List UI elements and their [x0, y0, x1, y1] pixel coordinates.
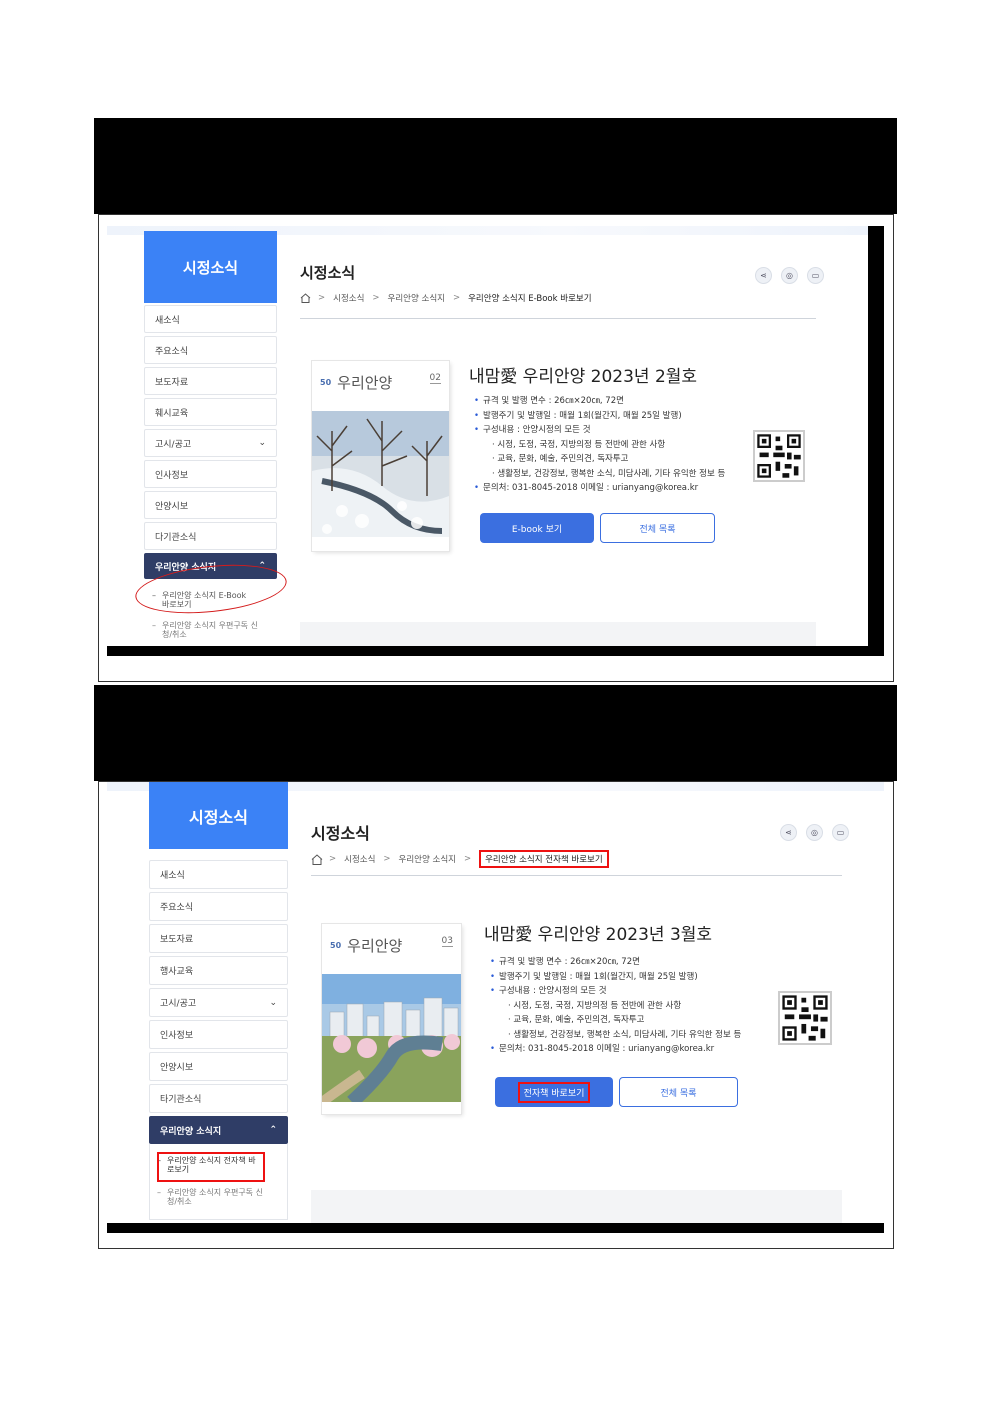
- sidebar-item-main-news[interactable]: 주요소식: [144, 336, 277, 364]
- ebook-view-label: 전자책 바로보기: [517, 1081, 591, 1103]
- sidebar-item-events[interactable]: 훼시교육: [144, 398, 277, 426]
- book-info: • 규격 및 발행 면수 : 26㎝×20㎝, 72면 • 발행주기 및 발행일 :…: [490, 955, 741, 1057]
- screenshot-1: 시정소식 새소식 주요소식 보도자료 훼시교육 고시/공고 ⌄ 인사정보 안양시보…: [107, 226, 868, 646]
- sidebar-title: 시정소식: [149, 782, 288, 849]
- sidebar-item-label: 고시/공고: [160, 999, 197, 1009]
- cover-photo: [312, 411, 449, 537]
- content-footer-box: [311, 1190, 842, 1223]
- sidebar-item-news[interactable]: 새소식: [144, 305, 277, 333]
- submenu-label: 우리안양 소식지 우편구독 신청/취소: [167, 1188, 263, 1206]
- sidebar-item-notices[interactable]: 고시/공고 ⌄: [149, 988, 288, 1017]
- breadcrumb-item[interactable]: 우리안양 소식지: [388, 292, 445, 304]
- chevron-down-icon: ⌄: [269, 997, 277, 1008]
- content-footer-box: [300, 622, 816, 646]
- sidebar-title: 시정소식: [144, 231, 277, 303]
- info-contact: • 문의처: 031-8045-2018 이메일 : urianyang@kore…: [490, 1044, 715, 1054]
- title-divider: [311, 875, 842, 876]
- sidebar-item-main-news[interactable]: 주요소식: [149, 892, 288, 921]
- chevron-down-icon: ⌄: [258, 438, 266, 448]
- breadcrumb-item[interactable]: 시정소식: [344, 853, 375, 865]
- info-sub-2: · 교육, 문화, 예술, 주민의견, 독자투고: [508, 1015, 645, 1025]
- sidebar-item-press[interactable]: 보도자료: [149, 924, 288, 953]
- sidebar-item-label: 고시/공고: [155, 439, 192, 450]
- breadcrumb-item[interactable]: 우리안양 소식지: [399, 853, 456, 865]
- sidebar-item-label: 우리안양 소식지: [160, 1126, 222, 1137]
- magazine-cover[interactable]: 50 우리안양 03: [319, 924, 461, 1114]
- redaction-bar-middle: [94, 685, 897, 781]
- breadcrumb: > 시정소식 > 우리안양 소식지 > 우리안양 소식지 전자책 바로보기: [311, 850, 609, 868]
- info-size: • 규격 및 발행 면수 : 26㎝×20㎝, 72면: [490, 957, 640, 967]
- info-sub-3: · 생활정보, 건강정보, 행복한 소식, 미담사례, 기타 유익한 정보 등: [508, 1029, 742, 1040]
- share-icon[interactable]: ⋖: [755, 267, 772, 284]
- share-icon[interactable]: ⋖: [780, 824, 797, 841]
- sidebar-item-events[interactable]: 행사교육: [149, 956, 288, 985]
- cover-title: 우리안양: [337, 373, 393, 392]
- cover-issue: 02: [429, 373, 441, 384]
- redaction-bar-bottom-2: [107, 1223, 884, 1233]
- print-icon[interactable]: ▭: [807, 267, 824, 284]
- info-sub-3: · 생활정보, 건강정보, 행복한 소식, 미담사례, 기타 유익한 정보 등: [492, 468, 726, 479]
- info-size: • 규격 및 발행 면수 : 26㎝×20㎝, 72면: [474, 396, 624, 406]
- info-sub-2: · 교육, 문화, 예술, 주민의견, 독자투고: [492, 454, 629, 464]
- page-title: 시정소식: [300, 264, 356, 282]
- info-sub-1: · 시정, 도정, 국정, 지방의정 등 전반에 관한 사항: [508, 1000, 682, 1011]
- home-icon[interactable]: [311, 854, 323, 865]
- toolbar: ⋖ ◎ ▭: [780, 824, 849, 841]
- submenu-subscribe[interactable]: – 우리안양 소식지 우편구독 신청/취소: [144, 621, 259, 639]
- title-divider: [300, 318, 816, 319]
- sidebar-item-personnel[interactable]: 인사정보: [144, 460, 277, 488]
- full-list-button[interactable]: 전체 목록: [600, 513, 715, 543]
- pin-icon[interactable]: ◎: [781, 267, 798, 284]
- cover-masthead: 50 우리안양: [322, 924, 461, 966]
- print-icon[interactable]: ▭: [832, 824, 849, 841]
- book-title: 내맘愛 우리안양 2023년 3월호: [484, 925, 713, 945]
- cover-title: 우리안양: [347, 936, 403, 955]
- breadcrumb: > 시정소식 > 우리안양 소식지 > 우리안양 소식지 E-Book 바로보기: [300, 292, 592, 304]
- redaction-bar-top: [94, 118, 897, 214]
- page-title: 시정소식: [311, 824, 370, 843]
- book-info: • 규격 및 발행 면수 : 26㎝×20㎝, 72면 • 발행주기 및 발행일 :…: [474, 394, 725, 496]
- full-list-button[interactable]: 전체 목록: [619, 1077, 738, 1107]
- breadcrumb-item: 우리안양 소식지 전자책 바로보기: [479, 850, 609, 868]
- cover-photo: [319, 974, 461, 1108]
- ebook-view-button[interactable]: E-book 보기: [480, 513, 594, 543]
- home-icon[interactable]: [300, 293, 311, 303]
- redaction-bar-right-1: [868, 226, 884, 656]
- info-sub-1: · 시정, 도정, 국정, 지방의정 등 전반에 관한 사항: [492, 439, 666, 450]
- info-contents: • 구성내용 : 안양시정의 모든 것: [474, 425, 591, 435]
- info-cycle: • 발행주기 및 발행일 : 매월 1회(월간지, 매월 25일 발행): [490, 971, 698, 982]
- sidebar-item-other-agency[interactable]: 다기관소식: [144, 522, 277, 550]
- sidebar-item-other-agency[interactable]: 타기관소식: [149, 1084, 288, 1113]
- info-contents: • 구성내용 : 안양시정의 모든 것: [490, 986, 607, 996]
- pin-icon[interactable]: ◎: [806, 824, 823, 841]
- sidebar-item-notices[interactable]: 고시/공고 ⌄: [144, 429, 277, 457]
- qr-code: [753, 430, 805, 482]
- cover-logo: 50: [330, 940, 342, 950]
- annotation-box-submenu: [157, 1152, 265, 1182]
- magazine-cover[interactable]: 50 우리안양 02: [312, 361, 449, 551]
- info-contact: • 문의처: 031-8045-2018 이메일 : urianyang@kore…: [474, 483, 699, 493]
- sidebar-item-personnel[interactable]: 인사정보: [149, 1020, 288, 1049]
- sidebar-item-newsletter[interactable]: 우리안양 소식지 ⌃: [149, 1116, 288, 1144]
- cover-masthead: 50 우리안양: [312, 361, 449, 403]
- qr-code: [778, 991, 832, 1045]
- sidebar-item-gazette[interactable]: 안양시보: [144, 491, 277, 519]
- sidebar-item-gazette[interactable]: 안양시보: [149, 1052, 288, 1081]
- submenu-label: 우리안양 소식지 우편구독 신청/취소: [162, 621, 258, 639]
- chevron-up-icon: ⌃: [269, 1125, 277, 1135]
- sidebar-item-press[interactable]: 보도자료: [144, 367, 277, 395]
- sidebar-item-news[interactable]: 새소식: [149, 860, 288, 889]
- submenu-subscribe[interactable]: – 우리안양 소식지 우편구독 신청/취소: [149, 1188, 267, 1206]
- toolbar: ⋖ ◎ ▭: [755, 267, 824, 284]
- redaction-bar-bottom-1: [107, 646, 884, 656]
- book-title: 내맘愛 우리안양 2023년 2월호: [469, 367, 698, 387]
- cover-logo: 50: [320, 377, 332, 387]
- cover-issue: 03: [441, 936, 453, 947]
- ebook-view-button[interactable]: 전자책 바로보기: [495, 1077, 613, 1107]
- breadcrumb-item[interactable]: 시정소식: [333, 292, 364, 304]
- breadcrumb-item: 우리안양 소식지 E-Book 바로보기: [468, 294, 592, 304]
- screenshot-2: 시정소식 새소식 주요소식 보도자료 행사교육 고시/공고 ⌄ 인사정보 안양시보…: [107, 782, 884, 1223]
- info-cycle: • 발행주기 및 발행일 : 매월 1회(월간지, 매월 25일 발행): [474, 410, 682, 421]
